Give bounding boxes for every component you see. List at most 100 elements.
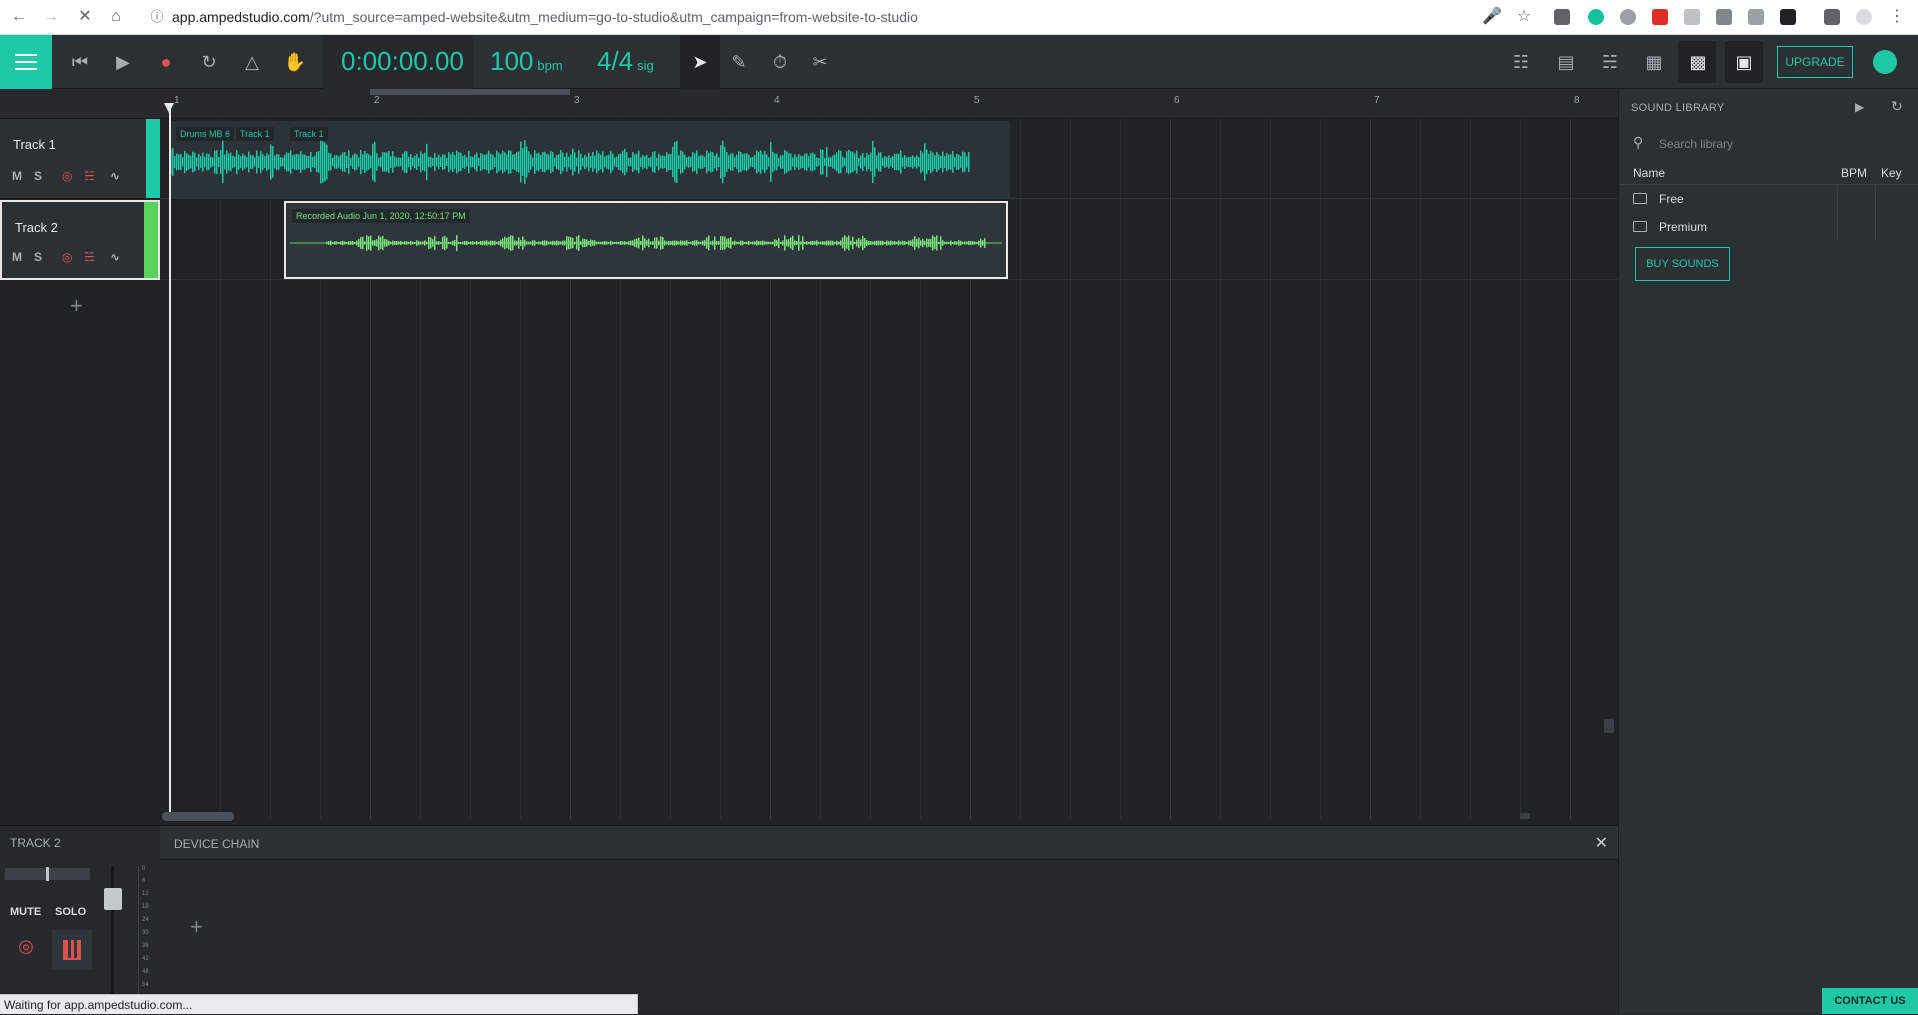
zoom-handle[interactable] [1520,813,1530,819]
metronome-icon[interactable]: △ [240,50,264,74]
buy-sounds-button[interactable]: BUY SOUNDS [1635,247,1730,281]
stopwatch-tool-icon[interactable]: ⏱ [768,50,792,74]
device-chain-view-icon[interactable]: ▩ [1686,50,1710,74]
record-arm-icon[interactable]: ◎ [62,250,72,264]
waveform-sample [800,241,802,245]
camera-extension-icon[interactable] [1748,9,1764,25]
midi-keys-icon[interactable]: ☵ [84,250,95,264]
track-name[interactable]: Track 1 [13,137,56,152]
more-menu-icon[interactable]: ⋮ [1888,8,1906,26]
solo-button[interactable]: S [34,169,42,183]
skip-to-start-icon[interactable]: ⏮ [68,50,92,74]
record-icon[interactable]: ● [154,50,178,74]
extension-icon[interactable] [1716,9,1732,25]
track-header-track-2[interactable]: Track 2 M S ◎ ☵ ∿ [0,200,160,280]
loop-region-marker[interactable] [370,89,570,95]
extension-icon[interactable] [1652,9,1668,25]
record-arm-icon[interactable]: ◎ [62,169,72,183]
user-account-icon[interactable] [1873,50,1897,74]
solo-button[interactable]: SOLO [55,906,86,918]
waveform-sample [788,153,790,171]
column-header-name[interactable]: Name [1633,166,1665,180]
close-icon[interactable]: ✕ [1595,833,1608,853]
bookmark-star-icon[interactable]: ☆ [1515,8,1533,26]
play-icon[interactable]: ▶ [111,50,135,74]
home-icon[interactable]: ⌂ [107,8,125,26]
count-in-icon[interactable]: ✋ [283,50,307,74]
waveform-sample [350,241,352,245]
waveform-sample [496,241,498,245]
main-menu-button[interactable] [0,35,52,89]
scissors-tool-icon[interactable]: ✂ [808,50,832,74]
back-icon[interactable]: ← [10,8,28,26]
microphone-icon[interactable]: 🎤 [1482,8,1502,26]
pan-slider-handle[interactable] [46,867,49,881]
arrangement-grid[interactable]: Drums MB 6 Track 1 Track 1 Recorded Audi… [160,119,1618,819]
mute-button[interactable]: MUTE [10,906,41,918]
extension-icon[interactable] [1554,9,1570,25]
forward-icon[interactable]: → [42,8,60,26]
automation-icon[interactable]: ∿ [110,250,120,264]
profile-avatar[interactable] [1856,9,1872,25]
extension-icon[interactable] [1620,9,1636,25]
waveform-sample [846,151,848,173]
add-track-button[interactable]: + [70,293,83,319]
preview-play-icon[interactable]: ▶ [1855,100,1864,114]
column-header-bpm[interactable]: BPM [1841,166,1867,180]
mute-button[interactable]: M [12,250,22,264]
loop-icon[interactable]: ↻ [197,50,221,74]
volume-fader-handle[interactable] [104,888,122,910]
waveform-sample [444,154,446,170]
extension-icon[interactable] [1780,9,1796,25]
waveform-sample [400,240,402,246]
column-header-key[interactable]: Key [1881,166,1902,180]
playhead[interactable] [169,105,171,815]
vertical-scroll-handle[interactable] [1604,719,1614,733]
waveform-sample [644,156,646,168]
sound-library-view-icon[interactable]: ▣ [1732,50,1756,74]
grammarly-extension-icon[interactable] [1588,9,1604,25]
pencil-tool-icon[interactable]: ✎ [727,50,751,74]
time-signature-readout[interactable]: 4/4 sig [597,46,654,77]
loading-icon[interactable]: ✕ [76,8,94,26]
track-header-track-1[interactable]: Track 1 M S ◎ ☵ ∿ [0,119,160,199]
volume-fader-track[interactable] [111,866,114,1006]
reading-list-icon[interactable] [1824,9,1840,25]
midi-keys-button[interactable] [52,930,92,970]
record-arm-icon[interactable]: ◎ [15,936,37,958]
audio-clip-drums[interactable]: Drums MB 6 Track 1 Track 1 [170,121,1010,199]
solo-button[interactable]: S [34,250,42,264]
automation-view-icon[interactable]: ▤ [1554,50,1578,74]
waveform-sample [534,240,536,246]
automation-icon[interactable]: ∿ [110,169,120,183]
arrange-view-icon[interactable]: ▦ [1642,50,1666,74]
refresh-library-icon[interactable]: ↻ [1891,98,1903,115]
piano-roll-icon[interactable]: ☵ [1598,50,1622,74]
pointer-tool-icon[interactable]: ➤ [688,50,712,74]
upgrade-button[interactable]: UPGRADE [1777,46,1853,78]
mute-button[interactable]: M [12,169,22,183]
waveform-sample [274,155,276,169]
audio-clip-recorded[interactable]: Recorded Audio Jun 1, 2020, 12:50:17 PM [284,201,1008,279]
waveform-sample [794,240,796,246]
library-folder-premium[interactable]: Premium [1619,213,1918,241]
library-search-input[interactable] [1659,134,1899,154]
waveform-sample [450,154,452,170]
midi-keys-icon[interactable]: ☵ [84,169,95,183]
horizontal-scrollbar[interactable] [162,812,234,821]
site-info-icon[interactable]: ⓘ [148,8,166,26]
extension-icon[interactable] [1684,9,1700,25]
track-name[interactable]: Track 2 [15,220,58,235]
waveform-sample [596,241,598,245]
waveform-sample [522,236,524,250]
url-field[interactable]: app.ampedstudio.com/?utm_source=amped-we… [172,9,918,25]
tempo-readout[interactable]: 100 bpm [490,46,563,77]
mixer-view-icon[interactable]: ☷ [1509,50,1533,74]
add-device-button[interactable]: + [190,914,203,940]
library-folder-free[interactable]: Free [1619,185,1918,213]
timeline-ruler[interactable]: 1 2 3 4 5 6 7 8 [160,89,1618,119]
contact-us-button[interactable]: CONTACT US [1822,988,1918,1014]
waveform-sample [550,241,552,245]
waveform-sample [928,153,930,171]
waveform-sample [266,153,268,171]
